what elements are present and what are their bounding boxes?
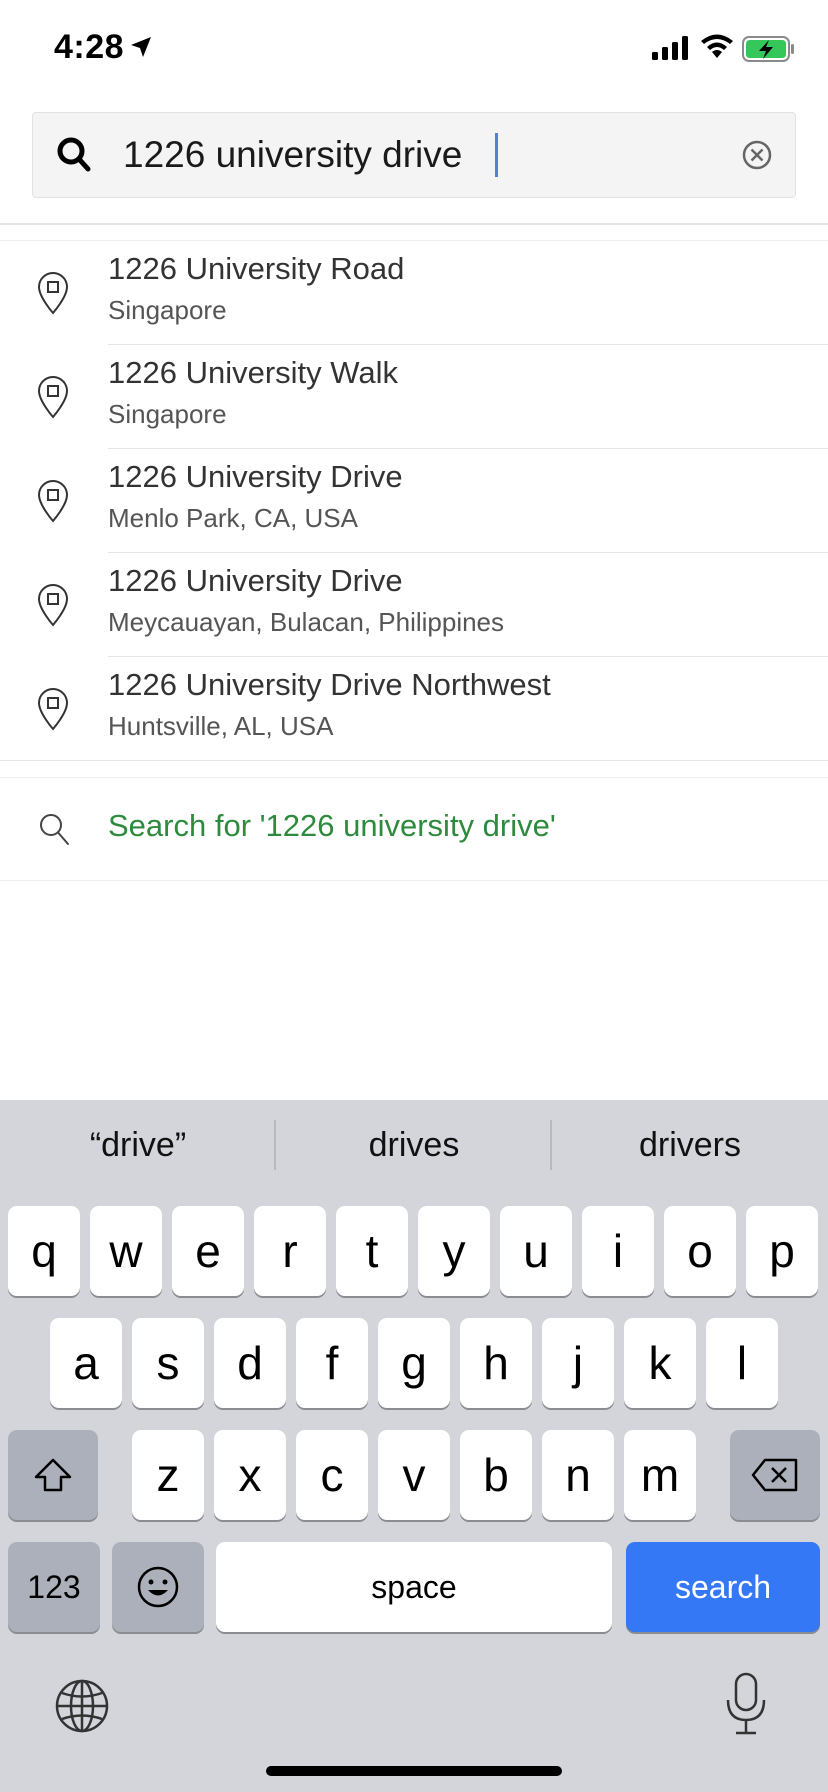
key-l[interactable]: l <box>706 1318 778 1408</box>
shift-key[interactable] <box>8 1430 98 1520</box>
cellular-signal-icon <box>652 36 688 60</box>
keyboard-bottom-bar <box>0 1672 828 1758</box>
shift-icon <box>34 1458 72 1492</box>
result-title: 1226 University Drive Northwest <box>108 667 551 702</box>
search-results-list: 1226 University Road Singapore 1226 Univ… <box>0 241 828 761</box>
space-key[interactable]: space <box>216 1542 612 1632</box>
key-r[interactable]: r <box>254 1206 326 1296</box>
search-icon <box>40 814 69 845</box>
keyboard: “drive” drives drivers q w e r t y u i o… <box>0 1100 828 1792</box>
key-n[interactable]: n <box>542 1430 614 1520</box>
backspace-icon <box>751 1458 798 1492</box>
divider <box>0 880 828 881</box>
key-b[interactable]: b <box>460 1430 532 1520</box>
key-e[interactable]: e <box>172 1206 244 1296</box>
key-y[interactable]: y <box>418 1206 490 1296</box>
key-c[interactable]: c <box>296 1430 368 1520</box>
suggestion-item[interactable]: drives <box>276 1126 552 1165</box>
result-title: 1226 University Drive <box>108 563 403 598</box>
key-t[interactable]: t <box>336 1206 408 1296</box>
key-f[interactable]: f <box>296 1318 368 1408</box>
result-title: 1226 University Drive <box>108 459 403 494</box>
divider <box>0 223 828 225</box>
suggestion-item[interactable]: drivers <box>552 1126 828 1165</box>
text-caret <box>495 133 498 177</box>
key-x[interactable]: x <box>214 1430 286 1520</box>
result-item[interactable]: 1226 University Drive Menlo Park, CA, US… <box>0 449 828 553</box>
result-item[interactable]: 1226 University Road Singapore <box>0 241 828 345</box>
divider <box>0 760 828 761</box>
key-i[interactable]: i <box>582 1206 654 1296</box>
search-for-row[interactable]: Search for '1226 university drive' <box>0 778 828 880</box>
result-item[interactable]: 1226 University Drive Meycauayan, Bulaca… <box>0 553 828 657</box>
result-subtitle: Singapore <box>108 399 227 429</box>
key-u[interactable]: u <box>500 1206 572 1296</box>
key-w[interactable]: w <box>90 1206 162 1296</box>
battery-charging-icon <box>742 36 794 62</box>
wifi-icon <box>701 34 733 58</box>
globe-icon[interactable] <box>54 1678 110 1734</box>
key-q[interactable]: q <box>8 1206 80 1296</box>
microphone-icon[interactable] <box>724 1672 768 1736</box>
result-subtitle: Meycauayan, Bulacan, Philippines <box>108 607 505 637</box>
result-title: 1226 University Walk <box>108 355 399 390</box>
search-bar[interactable] <box>32 112 796 198</box>
location-arrow-icon <box>131 37 151 57</box>
key-g[interactable]: g <box>378 1318 450 1408</box>
key-m[interactable]: m <box>624 1430 696 1520</box>
status-time: 4:28 <box>54 28 125 66</box>
status-bar: 4:28 <box>0 0 828 100</box>
key-s[interactable]: s <box>132 1318 204 1408</box>
location-pin-icon <box>37 272 69 315</box>
location-pin-icon <box>37 480 69 523</box>
location-pin-icon <box>37 688 69 731</box>
home-indicator[interactable] <box>266 1766 562 1776</box>
key-a[interactable]: a <box>50 1318 122 1408</box>
emoji-icon <box>137 1566 179 1608</box>
search-icon <box>57 137 91 172</box>
key-v[interactable]: v <box>378 1430 450 1520</box>
key-j[interactable]: j <box>542 1318 614 1408</box>
location-pin-icon <box>37 584 69 627</box>
key-z[interactable]: z <box>132 1430 204 1520</box>
result-item[interactable]: 1226 University Drive Northwest Huntsvil… <box>0 657 828 761</box>
key-h[interactable]: h <box>460 1318 532 1408</box>
key-d[interactable]: d <box>214 1318 286 1408</box>
search-for-label: Search for '1226 university drive' <box>108 808 556 843</box>
key-p[interactable]: p <box>746 1206 818 1296</box>
emoji-key[interactable] <box>112 1542 204 1632</box>
key-k[interactable]: k <box>624 1318 696 1408</box>
backspace-key[interactable] <box>730 1430 820 1520</box>
predictive-bar: “drive” drives drivers <box>0 1100 828 1200</box>
result-subtitle: Singapore <box>108 295 227 325</box>
location-pin-icon <box>37 376 69 419</box>
key-o[interactable]: o <box>664 1206 736 1296</box>
clear-circle-icon[interactable] <box>741 139 773 171</box>
result-subtitle: Huntsville, AL, USA <box>108 711 334 741</box>
result-subtitle: Menlo Park, CA, USA <box>108 503 358 533</box>
result-title: 1226 University Road <box>108 251 405 286</box>
search-key[interactable]: search <box>626 1542 820 1632</box>
suggestion-item[interactable]: “drive” <box>0 1126 276 1165</box>
search-input[interactable] <box>123 123 743 187</box>
numbers-key[interactable]: 123 <box>8 1542 100 1632</box>
result-item[interactable]: 1226 University Walk Singapore <box>0 345 828 449</box>
